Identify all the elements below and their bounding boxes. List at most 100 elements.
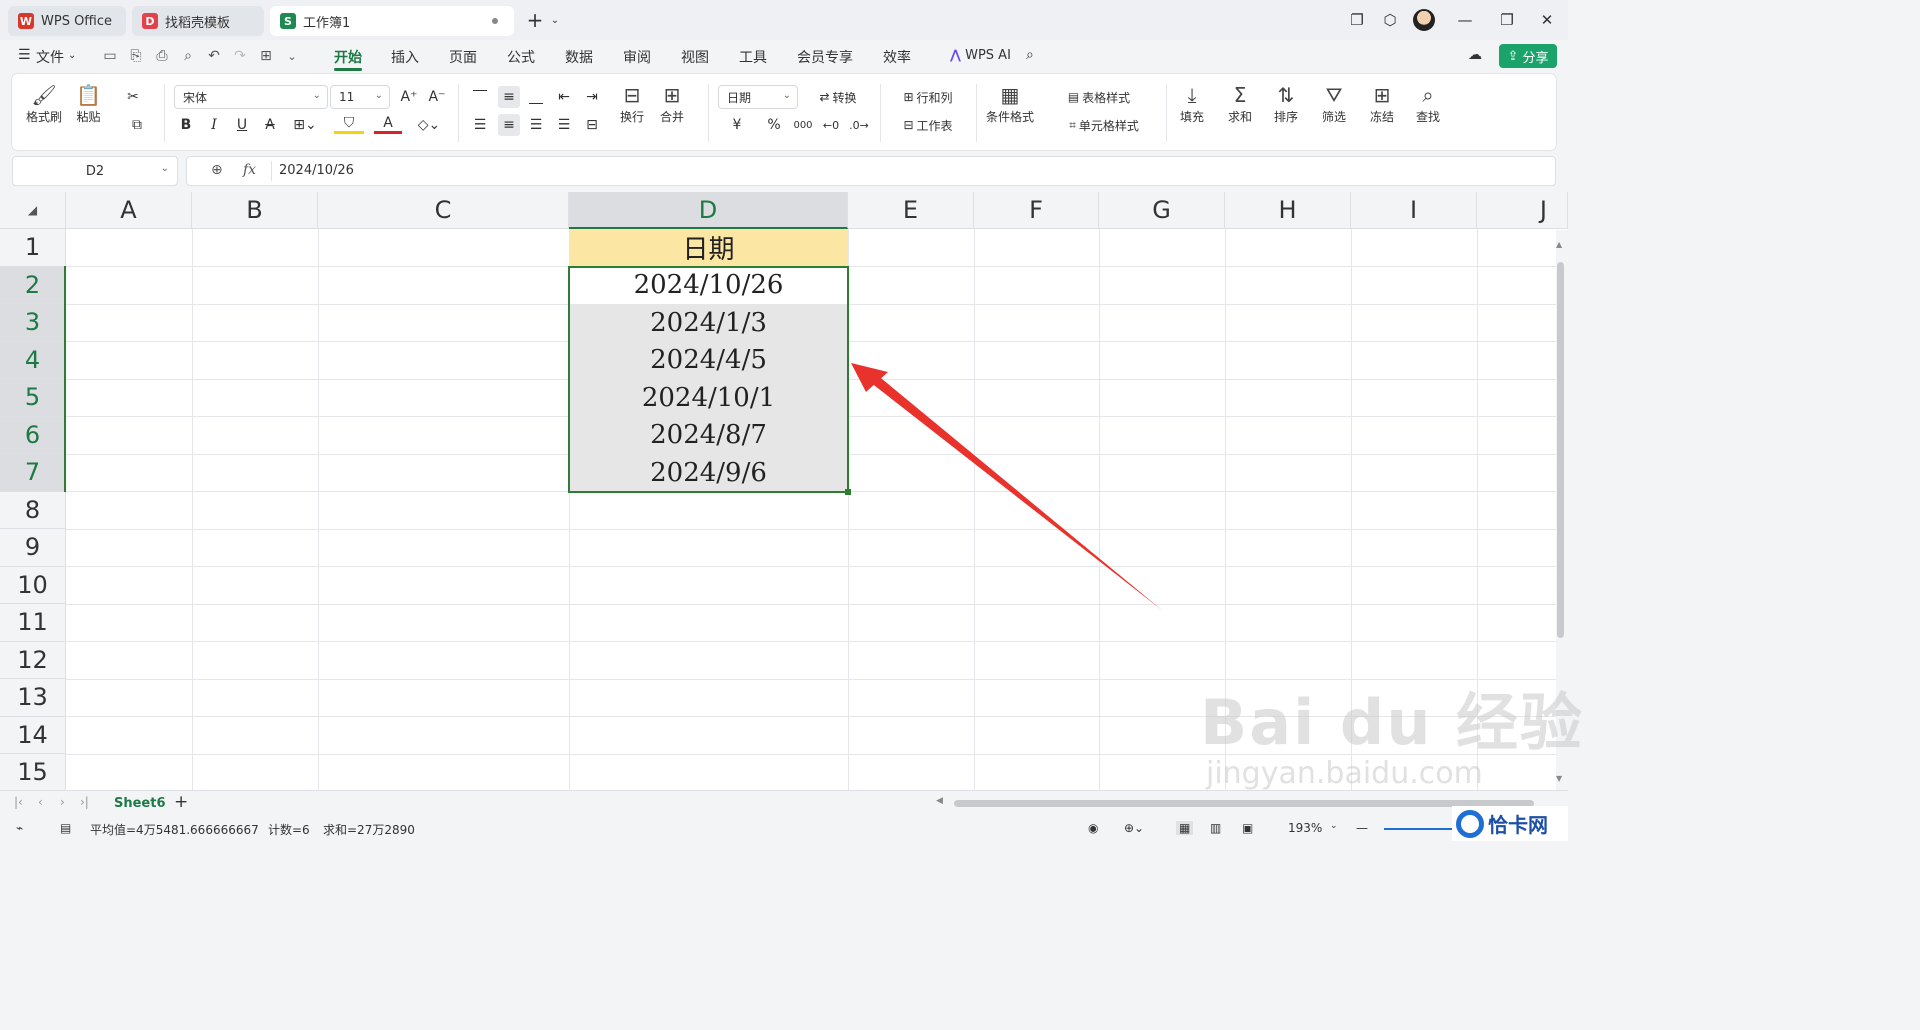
font-name-select[interactable]: 宋体 ⌄ bbox=[174, 85, 328, 109]
print-icon[interactable]: ⎙ bbox=[153, 47, 171, 65]
cut-icon[interactable]: ✂ bbox=[122, 86, 144, 108]
tab-tools[interactable]: 工具 bbox=[739, 47, 767, 67]
filter-button[interactable]: ⛛ 筛选 bbox=[1322, 82, 1346, 125]
export-pdf-icon[interactable]: ⎘ bbox=[127, 47, 145, 65]
tab-home[interactable]: 开始 bbox=[334, 47, 362, 67]
scroll-up-icon[interactable]: ▲ bbox=[1556, 240, 1562, 249]
zoom-slider[interactable] bbox=[1384, 828, 1452, 830]
select-all-corner[interactable]: ◢ bbox=[0, 192, 66, 229]
row-header-6[interactable]: 6 bbox=[0, 416, 66, 454]
tab-member[interactable]: 会员专享 bbox=[797, 47, 853, 67]
increase-font-icon[interactable]: A⁺ bbox=[398, 86, 420, 108]
cloud-upload-icon[interactable]: ☁ bbox=[1468, 47, 1482, 63]
cell-d4[interactable]: 2024/4/5 bbox=[569, 341, 848, 379]
column-header-i[interactable]: I bbox=[1351, 192, 1477, 229]
new-file-icon[interactable]: ⊞ bbox=[257, 47, 275, 65]
thousands-button[interactable]: 000 bbox=[792, 114, 814, 136]
wps-ai-button[interactable]: ⋀ WPS AI bbox=[950, 48, 1011, 63]
page-layout-icon[interactable]: ▥ bbox=[1210, 821, 1221, 835]
search-icon[interactable]: ⌕ bbox=[1026, 47, 1034, 63]
row-header-12[interactable]: 12 bbox=[0, 641, 66, 679]
row-header-14[interactable]: 14 bbox=[0, 716, 66, 754]
last-sheet-icon[interactable]: ›| bbox=[80, 795, 89, 809]
macro-icon[interactable]: ⌁ bbox=[16, 821, 23, 835]
zoom-out-icon[interactable]: — bbox=[1356, 821, 1368, 835]
cell-d6[interactable]: 2024/8/7 bbox=[569, 416, 848, 454]
name-box[interactable]: D2 ⌄ bbox=[12, 156, 178, 186]
increase-decimal-icon[interactable]: ←0 bbox=[820, 114, 842, 136]
column-header-j[interactable]: J bbox=[1477, 192, 1568, 229]
user-avatar[interactable] bbox=[1413, 9, 1435, 31]
zoom-formula-icon[interactable]: ⊕ bbox=[211, 162, 223, 178]
paste-button[interactable]: 📋 粘贴 bbox=[76, 82, 101, 125]
conditional-format-button[interactable]: ▦ 条件格式 bbox=[986, 82, 1034, 125]
freeze-button[interactable]: ⊞ 冻结 bbox=[1370, 82, 1394, 125]
align-middle-icon[interactable]: ≡ bbox=[498, 86, 520, 108]
column-header-b[interactable]: B bbox=[192, 192, 318, 229]
cell-d3[interactable]: 2024/1/3 bbox=[569, 304, 848, 342]
align-bottom-icon[interactable]: ⎽ bbox=[526, 86, 546, 108]
tab-list-chevron-icon[interactable]: ⌄ bbox=[542, 8, 568, 32]
file-chevron-icon[interactable]: ⌄ bbox=[68, 50, 76, 61]
currency-button[interactable]: ¥ bbox=[722, 114, 752, 136]
next-sheet-icon[interactable]: › bbox=[60, 795, 65, 809]
tab-view[interactable]: 视图 bbox=[681, 47, 709, 67]
row-header-8[interactable]: 8 bbox=[0, 491, 66, 529]
tab-review[interactable]: 审阅 bbox=[623, 47, 651, 67]
fill-handle[interactable] bbox=[845, 489, 851, 495]
merge-button[interactable]: ⊞ 合并 bbox=[660, 82, 684, 125]
quick-access-chevron-icon[interactable]: ⌄ bbox=[283, 47, 301, 65]
undo-icon[interactable]: ↶ bbox=[205, 47, 223, 65]
decrease-indent-icon[interactable]: ⇤ bbox=[554, 86, 574, 108]
vertical-scroll-thumb[interactable] bbox=[1557, 262, 1564, 638]
strikethrough-button[interactable]: A bbox=[260, 114, 280, 136]
redo-icon[interactable]: ↷ bbox=[231, 47, 249, 65]
cell-style-button[interactable]: ⌗ 单元格样式 bbox=[1056, 114, 1152, 136]
zoom-level[interactable]: 193% bbox=[1288, 821, 1322, 835]
row-header-9[interactable]: 9 bbox=[0, 529, 66, 567]
font-size-select[interactable]: 11 ⌄ bbox=[330, 85, 390, 109]
horizontal-scroll-thumb[interactable] bbox=[954, 800, 1534, 807]
align-top-icon[interactable]: ⎺ bbox=[470, 86, 490, 108]
first-sheet-icon[interactable]: |‹ bbox=[14, 795, 23, 809]
sheet-tab-sheet6[interactable]: Sheet6 bbox=[114, 796, 166, 811]
print-preview-icon[interactable]: ⌕ bbox=[179, 47, 197, 65]
cube-icon[interactable]: ⬡ bbox=[1377, 8, 1403, 32]
underline-button[interactable]: U bbox=[232, 114, 252, 136]
format-painter-button[interactable]: 🖌 格式刷 bbox=[26, 82, 62, 125]
percent-button[interactable]: % bbox=[764, 114, 784, 136]
find-button[interactable]: ⌕ 查找 bbox=[1416, 82, 1440, 125]
column-header-d[interactable]: D bbox=[569, 192, 848, 229]
fx-icon[interactable]: fx bbox=[243, 162, 256, 178]
row-header-7[interactable]: 7 bbox=[0, 454, 66, 492]
tab-workbook[interactable]: S 工作簿1 bbox=[270, 6, 514, 36]
align-center-icon[interactable]: ≡ bbox=[498, 114, 520, 136]
minimize-icon[interactable]: — bbox=[1452, 8, 1478, 32]
menu-icon[interactable]: ☰ bbox=[18, 47, 31, 63]
fill-button[interactable]: ⤓ 填充 bbox=[1180, 82, 1204, 125]
column-header-h[interactable]: H bbox=[1225, 192, 1351, 229]
increase-indent-icon[interactable]: ⇥ bbox=[582, 86, 602, 108]
sort-button[interactable]: ⇅ 排序 bbox=[1274, 82, 1298, 125]
column-header-e[interactable]: E bbox=[848, 192, 974, 229]
table-style-button[interactable]: ▤ 表格样式 bbox=[1056, 86, 1142, 108]
tab-page[interactable]: 页面 bbox=[449, 47, 477, 67]
row-header-11[interactable]: 11 bbox=[0, 604, 66, 642]
add-sheet-button[interactable]: + bbox=[174, 792, 188, 812]
tab-docer-templates[interactable]: D 找稻壳模板 bbox=[132, 6, 264, 36]
decrease-decimal-icon[interactable]: .0→ bbox=[848, 114, 870, 136]
zoom-chevron-icon[interactable]: ⌄ bbox=[1330, 821, 1338, 831]
copy-icon[interactable]: ⧉ bbox=[122, 114, 152, 136]
column-header-f[interactable]: F bbox=[974, 192, 1099, 229]
cell-d7[interactable]: 2024/9/6 bbox=[569, 454, 848, 492]
view-mode-icon[interactable]: ⊕⌄ bbox=[1124, 821, 1144, 835]
status-mode-icon[interactable]: ▤ bbox=[60, 821, 71, 835]
file-menu[interactable]: 文件 bbox=[36, 47, 64, 67]
clear-format-icon[interactable]: ◇⌄ bbox=[414, 114, 444, 136]
eye-protection-icon[interactable]: ◉ bbox=[1088, 821, 1098, 835]
border-icon[interactable]: ⊞⌄ bbox=[290, 114, 320, 136]
share-button[interactable]: ⇪ 分享 bbox=[1499, 44, 1557, 68]
row-header-4[interactable]: 4 bbox=[0, 341, 66, 379]
distributed-icon[interactable]: ⊟ bbox=[582, 114, 602, 136]
save-icon[interactable]: ▭ bbox=[101, 47, 119, 65]
